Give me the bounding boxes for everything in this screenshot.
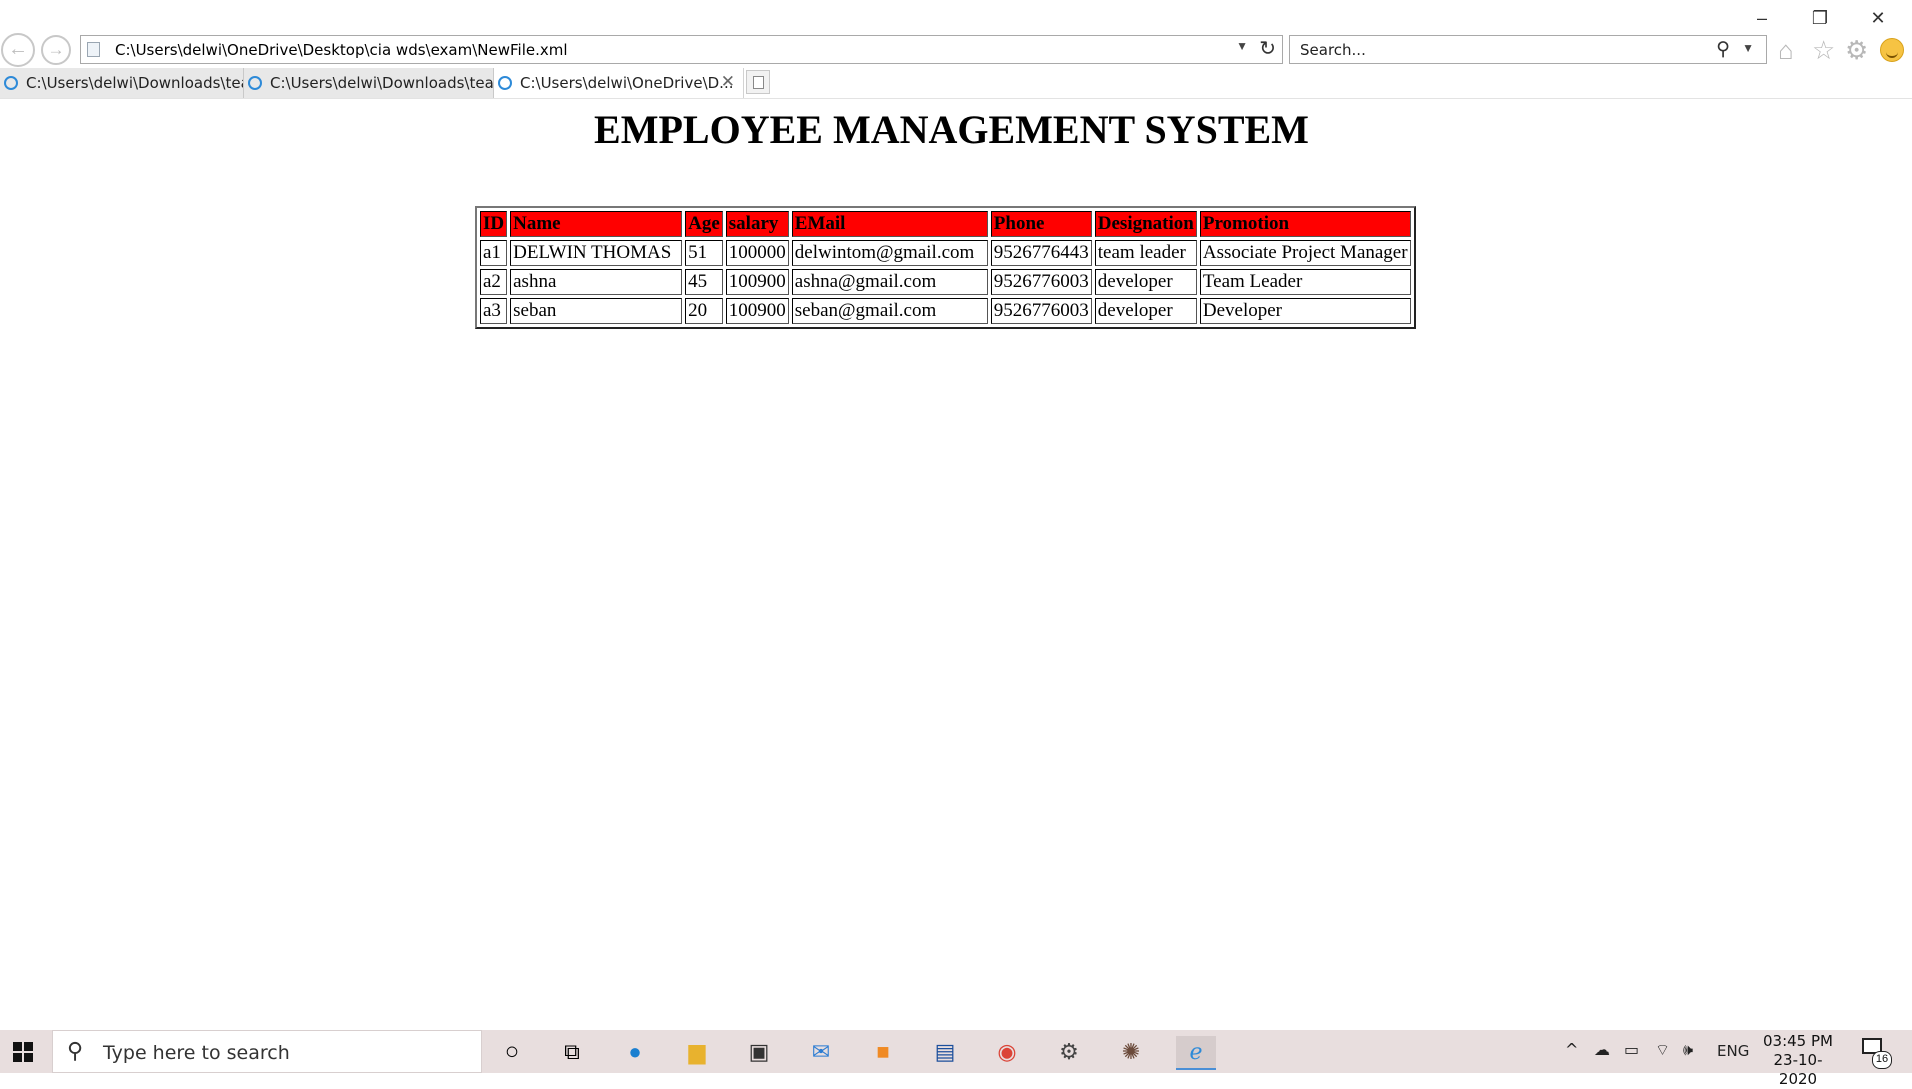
cell-salary: 100900	[725, 269, 789, 295]
cell-phone: 9526776003	[990, 269, 1092, 295]
cell-name: seban	[510, 298, 683, 324]
app-icon[interactable]: ✺	[1114, 1036, 1148, 1068]
cell-email: ashna@gmail.com	[791, 269, 988, 295]
restore-button[interactable]: ❐	[1798, 6, 1842, 30]
cell-age: 45	[685, 269, 723, 295]
tab-bar: C:\Users\delwi\Downloads\tea... C:\Users…	[0, 68, 1912, 99]
dev-cpp-icon[interactable]: ▤	[928, 1036, 962, 1068]
browser-toolbar: – ❐ ✕ ← → C:\Users\delwi\OneDrive\Deskto…	[0, 0, 1912, 68]
home-icon[interactable]: ⌂	[1778, 36, 1794, 64]
cell-email: delwintom@gmail.com	[791, 240, 988, 266]
clock-date: 23-10-2020	[1773, 1051, 1823, 1088]
refresh-icon[interactable]: ↻	[1259, 36, 1276, 61]
table-header-row: ID Name Age salary EMail Phone Designati…	[480, 211, 1411, 237]
cell-email: seban@gmail.com	[791, 298, 988, 324]
header-phone: Phone	[990, 211, 1092, 237]
header-name: Name	[510, 211, 683, 237]
header-id: ID	[480, 211, 508, 237]
tab-newfile[interactable]: C:\Users\delwi\OneDrive\D... ✕	[494, 68, 744, 98]
windows-start-icon[interactable]	[0, 1030, 52, 1073]
tab-downloads-2[interactable]: C:\Users\delwi\Downloads\tea...	[244, 68, 494, 98]
feedback-smiley-icon[interactable]	[1880, 38, 1904, 62]
forward-icon[interactable]: →	[41, 35, 71, 65]
store-icon[interactable]: ▣	[742, 1036, 776, 1068]
header-promotion: Promotion	[1199, 211, 1411, 237]
page-title: EMPLOYEE MANAGEMENT SYSTEM	[594, 107, 1309, 152]
taskbar-search-box[interactable]: ⚲ Type here to search	[52, 1030, 482, 1073]
settings-icon[interactable]: ⚙	[1052, 1036, 1086, 1068]
search-dropdown-icon[interactable]: ▼	[1742, 41, 1754, 55]
tab-downloads-1[interactable]: C:\Users\delwi\Downloads\tea...	[0, 68, 244, 98]
header-designation: Designation	[1094, 211, 1197, 237]
search-icon: ⚲	[67, 1038, 84, 1063]
mail-icon[interactable]: ✉	[804, 1036, 838, 1068]
internet-explorer-icon[interactable]: ℯ	[1176, 1036, 1216, 1070]
dropdown-icon[interactable]: ▼	[1236, 39, 1248, 53]
header-salary: salary	[725, 211, 789, 237]
page-icon	[87, 42, 100, 57]
cell-promotion: Team Leader	[1199, 269, 1411, 295]
ie-icon	[4, 76, 18, 90]
taskbar: ⚲ Type here to search ○ ⧉ ● ▆ ▣ ✉ ■ ▤ ◉ …	[0, 1030, 1912, 1088]
cell-salary: 100000	[725, 240, 789, 266]
onedrive-icon[interactable]: ☁	[1594, 1040, 1610, 1059]
url-text[interactable]: C:\Users\delwi\OneDrive\Desktop\cia wds\…	[115, 41, 568, 59]
cell-phone: 9526776003	[990, 298, 1092, 324]
cell-name: DELWIN THOMAS	[510, 240, 683, 266]
search-icon[interactable]: ⚲	[1716, 38, 1730, 61]
close-window-button[interactable]: ✕	[1856, 6, 1900, 30]
cell-promotion: Developer	[1199, 298, 1411, 324]
tab-title: C:\Users\delwi\Downloads\tea...	[26, 74, 244, 92]
address-bar[interactable]: C:\Users\delwi\OneDrive\Desktop\cia wds\…	[80, 35, 1283, 64]
clock[interactable]: 03:45 PM 23-10-2020	[1760, 1032, 1836, 1089]
new-tab-button[interactable]	[746, 70, 770, 94]
volume-icon[interactable]: 🕪	[1683, 1040, 1693, 1060]
back-icon[interactable]: ←	[1, 33, 35, 67]
table-row: a1 DELWIN THOMAS 51 100000 delwintom@gma…	[480, 240, 1411, 266]
ie-icon	[498, 76, 512, 90]
show-hidden-icons-chevron-icon[interactable]: ^	[1565, 1040, 1578, 1059]
taskbar-search-input[interactable]: Type here to search	[103, 1042, 290, 1064]
close-tab-icon[interactable]: ✕	[721, 72, 735, 92]
ie-icon	[248, 76, 262, 90]
header-age: Age	[685, 211, 723, 237]
minimize-button[interactable]: –	[1740, 6, 1784, 30]
chrome-icon[interactable]: ◉	[990, 1036, 1024, 1068]
cell-age: 51	[685, 240, 723, 266]
employee-table: ID Name Age salary EMail Phone Designati…	[475, 206, 1416, 329]
notification-center-icon[interactable]: 16	[1862, 1038, 1892, 1069]
cell-id: a1	[480, 240, 508, 266]
settings-gear-icon[interactable]: ⚙	[1845, 36, 1868, 64]
language-indicator[interactable]: ENG	[1717, 1042, 1749, 1060]
cell-name: ashna	[510, 269, 683, 295]
cortana-icon[interactable]: ○	[495, 1036, 529, 1068]
cell-designation: developer	[1094, 298, 1197, 324]
favorites-star-icon[interactable]: ☆	[1812, 36, 1835, 64]
battery-icon[interactable]: ▭	[1624, 1040, 1639, 1059]
sublime-text-icon[interactable]: ■	[866, 1036, 900, 1068]
cell-promotion: Associate Project Manager	[1199, 240, 1411, 266]
cell-salary: 100900	[725, 298, 789, 324]
cell-age: 20	[685, 298, 723, 324]
search-input[interactable]: Search...	[1300, 41, 1366, 59]
cell-id: a3	[480, 298, 508, 324]
search-box[interactable]: Search... ⚲ ▼	[1289, 35, 1767, 64]
task-view-icon[interactable]: ⧉	[555, 1036, 589, 1068]
table-row: a3 seban 20 100900 seban@gmail.com 95267…	[480, 298, 1411, 324]
cell-designation: developer	[1094, 269, 1197, 295]
wifi-icon[interactable]: ⌔	[1655, 1040, 1670, 1060]
cell-phone: 9526776443	[990, 240, 1092, 266]
notification-count: 16	[1872, 1051, 1892, 1069]
cell-designation: team leader	[1094, 240, 1197, 266]
file-explorer-icon[interactable]: ▆	[680, 1036, 714, 1068]
cell-id: a2	[480, 269, 508, 295]
tab-title: C:\Users\delwi\OneDrive\D...	[520, 74, 734, 92]
tab-title: C:\Users\delwi\Downloads\tea...	[270, 74, 494, 92]
edge-icon[interactable]: ●	[618, 1036, 652, 1068]
table-row: a2 ashna 45 100900 ashna@gmail.com 95267…	[480, 269, 1411, 295]
header-email: EMail	[791, 211, 988, 237]
clock-time: 03:45 PM	[1763, 1032, 1833, 1050]
